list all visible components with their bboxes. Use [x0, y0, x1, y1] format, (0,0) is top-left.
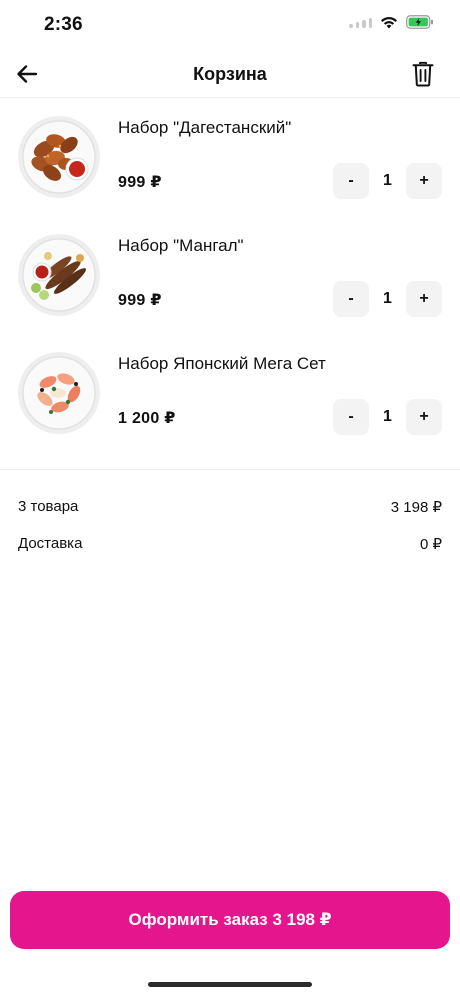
quantity-value: 1 — [383, 408, 392, 425]
item-price: 999 ₽ — [118, 174, 162, 191]
increase-button[interactable]: + — [406, 281, 442, 317]
delivery-label: Доставка — [18, 535, 83, 552]
cart-item: Набор "Мангал" 999 ₽ - 1 + — [0, 228, 460, 346]
page-title: Корзина — [193, 64, 267, 84]
increase-button[interactable]: + — [406, 163, 442, 199]
status-bar: 2:36 — [0, 0, 460, 50]
items-count-label: 3 товара — [18, 498, 79, 515]
item-name: Набор "Дагестанский" — [118, 118, 292, 137]
header: Корзина — [0, 50, 460, 98]
item-price: 1 200 ₽ — [118, 410, 176, 427]
checkout-button[interactable]: Оформить заказ 3 198 ₽ — [10, 891, 450, 949]
item-image — [18, 116, 100, 198]
battery-charging-icon — [406, 15, 433, 29]
cart-item: Набор Японский Мега Сет 1 200 ₽ - 1 + — [0, 346, 460, 464]
item-name: Набор "Мангал" — [118, 236, 244, 255]
summary-items-row: 3 товара 3 198 ₽ — [18, 498, 442, 516]
cart-item: Набор "Дагестанский" 999 ₽ - 1 + — [0, 110, 460, 228]
quantity-value: 1 — [383, 172, 392, 189]
wifi-icon — [381, 16, 397, 28]
increase-button[interactable]: + — [406, 399, 442, 435]
decrease-button[interactable]: - — [333, 281, 369, 317]
item-image — [18, 234, 100, 316]
quantity-stepper: - 1 + — [333, 163, 442, 199]
cellular-signal-icon — [349, 16, 372, 28]
trash-icon — [412, 61, 434, 87]
status-time: 2:36 — [44, 14, 83, 35]
home-indicator — [148, 982, 312, 987]
item-image — [18, 352, 100, 434]
status-icons — [349, 15, 434, 29]
quantity-value: 1 — [383, 290, 392, 307]
item-price: 999 ₽ — [118, 292, 162, 309]
items-total: 3 198 ₽ — [390, 499, 442, 516]
cart-items-list: Набор "Дагестанский" 999 ₽ - 1 + Набор "… — [0, 110, 460, 464]
clear-cart-button[interactable] — [408, 59, 438, 89]
decrease-button[interactable]: - — [333, 399, 369, 435]
delivery-price: 0 ₽ — [419, 536, 442, 553]
decrease-button[interactable]: - — [333, 163, 369, 199]
divider — [0, 469, 460, 470]
quantity-stepper: - 1 + — [333, 399, 442, 435]
item-name: Набор Японский Мега Сет — [118, 354, 326, 373]
summary-delivery-row: Доставка 0 ₽ — [18, 535, 442, 553]
cart-screen: 2:36 Корзина Набор "Дагестанский" 999 ₽ … — [0, 0, 460, 996]
quantity-stepper: - 1 + — [333, 281, 442, 317]
